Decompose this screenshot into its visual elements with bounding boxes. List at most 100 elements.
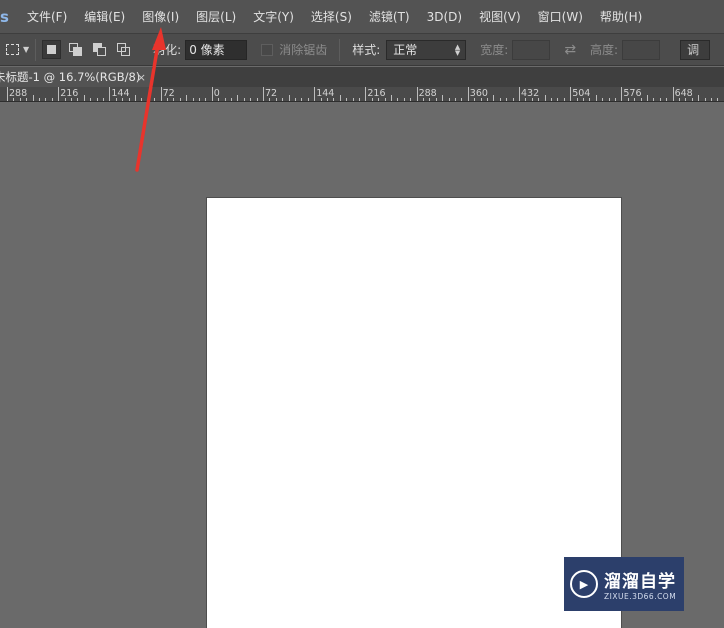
antialias-checkbox[interactable] <box>261 43 274 56</box>
style-value: 正常 <box>393 43 418 57</box>
document-tab-bar: 未标题-1 @ 16.7%(RGB/8) × <box>0 67 724 87</box>
menu-file[interactable]: 文件(F) <box>21 8 73 25</box>
intersect-selection-button[interactable] <box>114 40 133 59</box>
ruler-minor-tick <box>704 98 706 101</box>
menu-3d[interactable]: 3D(D) <box>421 10 468 24</box>
ruler-minor-tick <box>250 98 252 101</box>
ruler-label: 432 <box>521 88 540 99</box>
refine-edge-button[interactable]: 调 <box>680 39 711 60</box>
width-input[interactable] <box>512 39 551 60</box>
ruler-label: 288 <box>9 88 28 99</box>
ruler-minor-tick <box>282 98 284 101</box>
menu-image[interactable]: 图像(I) <box>136 8 185 25</box>
ruler-label: 288 <box>418 88 437 99</box>
ruler-minor-tick <box>179 98 181 101</box>
ruler-major-tick <box>263 87 264 101</box>
tool-preset-picker[interactable]: ▼ <box>6 44 29 55</box>
ruler-minor-tick <box>231 98 232 101</box>
ruler-minor-tick <box>429 98 431 101</box>
style-select[interactable]: 正常 ▲ ▼ <box>386 39 467 60</box>
document-canvas[interactable] <box>207 198 621 628</box>
ruler-minor-tick <box>275 98 277 101</box>
ruler-minor-tick <box>480 98 482 101</box>
ruler-minor-tick <box>563 98 565 101</box>
ruler-minor-tick <box>576 98 578 101</box>
ruler-minor-tick <box>320 98 322 101</box>
feather-input[interactable]: 0 像素 <box>185 39 248 60</box>
add-selection-icon <box>73 47 83 56</box>
ruler-minor-tick <box>90 98 92 101</box>
ruler-minor-tick <box>410 98 412 101</box>
subtract-from-selection-button[interactable] <box>90 40 109 59</box>
ruler-minor-tick <box>717 98 719 101</box>
ruler-minor-tick <box>32 95 34 101</box>
ruler-minor-tick <box>512 98 514 101</box>
new-selection-icon <box>47 45 57 54</box>
ruler-minor-tick <box>531 98 533 101</box>
ruler-minor-tick <box>698 95 700 101</box>
ruler-minor-tick <box>45 98 47 101</box>
ruler-minor-tick <box>666 98 668 101</box>
ruler-minor-tick <box>13 98 15 101</box>
ruler-minor-tick <box>691 98 693 101</box>
ruler-minor-tick <box>397 98 399 101</box>
divider <box>35 38 37 61</box>
ruler-label: 576 <box>623 88 642 99</box>
horizontal-ruler[interactable]: 2882161447207214421628836043250457664872… <box>0 87 724 102</box>
app-logo: s <box>0 7 9 26</box>
menu-select[interactable]: 选择(S) <box>305 8 358 25</box>
menu-window[interactable]: 窗口(W) <box>532 8 589 25</box>
ruler-minor-tick <box>615 98 616 101</box>
menu-layer[interactable]: 图层(L) <box>190 8 242 25</box>
ruler-label: 144 <box>316 88 335 99</box>
ruler-minor-tick <box>237 95 239 101</box>
ruler-minor-tick <box>39 98 40 101</box>
ruler-major-tick <box>519 87 520 101</box>
ruler-minor-tick <box>327 98 328 101</box>
ruler-minor-tick <box>339 95 341 101</box>
ruler-minor-tick <box>653 98 655 101</box>
ruler-minor-tick <box>333 98 335 101</box>
add-to-selection-button[interactable] <box>66 40 85 59</box>
ruler-minor-tick <box>199 98 200 101</box>
ruler-minor-tick <box>135 95 136 101</box>
menu-edit[interactable]: 编辑(E) <box>78 8 131 25</box>
antialias-label: 消除锯齿 <box>279 43 328 57</box>
ruler-minor-tick <box>147 98 149 101</box>
menu-bar: s 文件(F) 编辑(E) 图像(I) 图层(L) 文字(Y) 选择(S) 滤镜… <box>0 0 724 34</box>
menu-help[interactable]: 帮助(H) <box>594 8 648 25</box>
divider <box>339 38 341 61</box>
ruler-major-tick <box>160 87 162 101</box>
ruler-minor-tick <box>371 98 373 101</box>
ruler-minor-tick <box>301 98 303 101</box>
ruler-minor-tick <box>685 98 687 101</box>
height-input[interactable] <box>622 39 661 60</box>
menu-type[interactable]: 文字(Y) <box>247 8 300 25</box>
width-label: 宽度: <box>480 43 509 57</box>
ruler-minor-tick <box>77 98 79 101</box>
ruler-minor-tick <box>103 98 104 101</box>
document-tab[interactable]: 未标题-1 @ 16.7%(RGB/8) × <box>0 67 153 87</box>
style-label: 样式: <box>352 43 381 57</box>
menu-filter[interactable]: 滤镜(T) <box>363 8 416 25</box>
ruler-major-tick <box>570 87 572 101</box>
swap-icon[interactable]: ⇄ <box>564 42 576 58</box>
ruler-minor-tick <box>243 98 245 101</box>
close-icon[interactable]: × <box>137 71 146 84</box>
ruler-minor-tick <box>64 98 66 101</box>
ruler-minor-tick <box>173 98 175 101</box>
ruler-minor-tick <box>461 98 463 101</box>
height-label: 高度: <box>590 43 619 57</box>
ruler-label: 504 <box>572 88 591 99</box>
ruler-minor-tick <box>525 98 527 101</box>
ruler-minor-tick <box>269 98 271 101</box>
watermark-title: 溜溜自学 <box>604 572 676 592</box>
ruler-minor-tick <box>154 98 156 101</box>
watermark-url: ZIXUE.3D66.COM <box>604 592 677 601</box>
ruler-minor-tick <box>551 98 552 101</box>
ruler-major-tick <box>109 87 111 101</box>
menu-view[interactable]: 视图(V) <box>473 8 527 25</box>
ruler-minor-tick <box>442 95 444 101</box>
new-selection-button[interactable] <box>42 40 62 59</box>
ruler-minor-tick <box>589 98 591 101</box>
